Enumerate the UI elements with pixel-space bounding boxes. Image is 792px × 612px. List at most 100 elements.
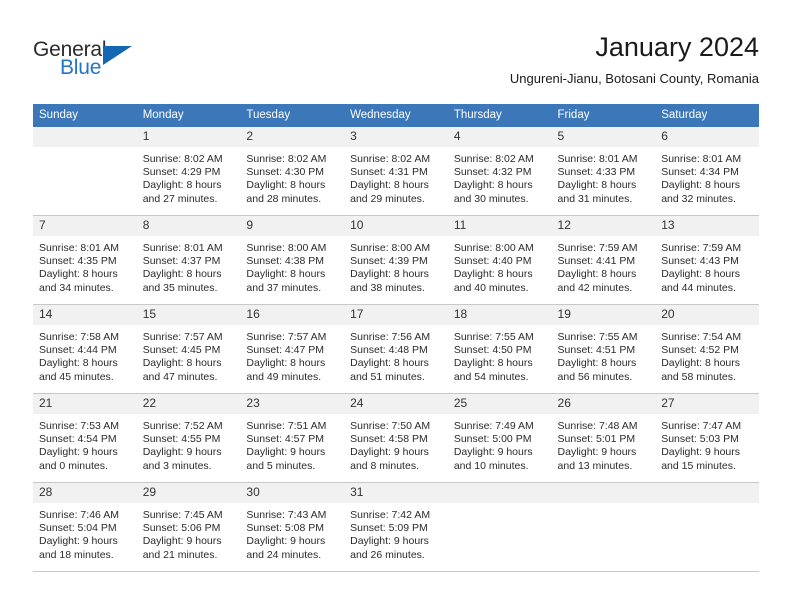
calendar-day-cell[interactable]: 9 Sunrise: 8:00 AM Sunset: 4:38 PM Daylight… [240, 215, 345, 305]
daylight-minutes-text: and 35 minutes. [142, 281, 218, 294]
daylight-text: Daylight: 9 hours [246, 535, 326, 548]
calendar-day-cell[interactable]: 23 Sunrise: 7:51 AM Sunset: 4:57 PM Dayligh… [240, 393, 345, 483]
sunrise-text: Sunrise: 8:01 AM [661, 153, 742, 165]
day-number: 24 [344, 394, 448, 414]
calendar-day-cell[interactable]: 28 Sunrise: 7:46 AM Sunset: 5:04 PM Dayligh… [33, 482, 137, 572]
day-sun-info: Sunrise: 7:49 AM Sunset: 5:00 PM Daylight:… [448, 414, 552, 473]
day-number: 21 [33, 394, 137, 414]
calendar-day-cell[interactable]: 19 Sunrise: 7:55 AM Sunset: 4:51 PM Dayligh… [551, 304, 656, 394]
daylight-minutes-text: and 38 minutes. [350, 281, 425, 294]
calendar-day-cell-empty [447, 482, 552, 572]
day-number: 10 [344, 216, 448, 236]
day-sun-info: Sunrise: 7:58 AM Sunset: 4:44 PM Daylight:… [33, 325, 137, 384]
sunset-text: Sunset: 5:03 PM [661, 433, 739, 446]
calendar-day-cell[interactable]: 3 Sunrise: 8:02 AM Sunset: 4:31 PM Daylight… [344, 127, 448, 216]
daylight-text: Daylight: 8 hours [142, 179, 222, 192]
sunrise-text: Sunrise: 7:50 AM [350, 420, 431, 432]
sunset-text: Sunset: 4:38 PM [246, 255, 325, 268]
day-sun-info: Sunrise: 8:00 AM Sunset: 4:40 PM Daylight:… [448, 236, 552, 295]
calendar-day-cell[interactable]: 27 Sunrise: 7:47 AM Sunset: 5:03 PM Dayligh… [655, 393, 759, 483]
sunrise-text: Sunrise: 7:51 AM [246, 420, 327, 432]
day-sun-info: Sunrise: 8:00 AM Sunset: 4:39 PM Daylight:… [344, 236, 448, 295]
calendar-day-cell[interactable]: 10 Sunrise: 8:00 AM Sunset: 4:39 PM Dayligh… [344, 215, 448, 305]
calendar-day-cell[interactable]: 5 Sunrise: 8:01 AM Sunset: 4:33 PM Daylight… [551, 127, 656, 216]
calendar-day-cell[interactable]: 21 Sunrise: 7:53 AM Sunset: 4:54 PM Dayligh… [33, 393, 137, 483]
sunrise-text: Sunrise: 7:42 AM [350, 509, 431, 521]
calendar-day-cell[interactable]: 30 Sunrise: 7:43 AM Sunset: 5:08 PM Dayligh… [240, 482, 345, 572]
day-number: 3 [344, 127, 448, 147]
daylight-minutes-text: and 27 minutes. [142, 192, 218, 205]
calendar-day-cell[interactable]: 7 Sunrise: 8:01 AM Sunset: 4:35 PM Daylight… [33, 215, 137, 305]
daylight-text: Daylight: 9 hours [661, 446, 741, 459]
day-sun-info [655, 503, 759, 509]
day-number [33, 127, 137, 147]
calendar-day-cell[interactable]: 2 Sunrise: 8:02 AM Sunset: 4:30 PM Daylight… [240, 127, 345, 216]
sunrise-text: Sunrise: 8:00 AM [453, 242, 534, 254]
sunrise-text: Sunrise: 7:59 AM [661, 242, 742, 254]
calendar-day-cell[interactable]: 12 Sunrise: 7:59 AM Sunset: 4:41 PM Dayligh… [551, 215, 656, 305]
calendar-day-cell[interactable]: 31 Sunrise: 7:42 AM Sunset: 5:09 PM Dayligh… [344, 482, 448, 572]
calendar-day-cell[interactable]: 24 Sunrise: 7:50 AM Sunset: 4:58 PM Dayligh… [344, 393, 448, 483]
day-sun-info: Sunrise: 7:47 AM Sunset: 5:03 PM Daylight:… [655, 414, 759, 473]
sunset-text: Sunset: 4:55 PM [142, 433, 221, 446]
sunset-text: Sunset: 4:57 PM [246, 433, 325, 446]
calendar-day-cell[interactable]: 29 Sunrise: 7:45 AM Sunset: 5:06 PM Dayligh… [136, 482, 241, 572]
daylight-minutes-text: and 3 minutes. [142, 459, 212, 472]
calendar-week-row: 1 Sunrise: 8:02 AM Sunset: 4:29 PM Daylight… [33, 127, 759, 216]
day-sun-info: Sunrise: 8:02 AM Sunset: 4:32 PM Daylight:… [448, 147, 552, 206]
sunrise-text: Sunrise: 7:43 AM [246, 509, 327, 521]
calendar-day-cell[interactable]: 1 Sunrise: 8:02 AM Sunset: 4:29 PM Daylight… [136, 127, 241, 216]
calendar-day-cell[interactable]: 25 Sunrise: 7:49 AM Sunset: 5:00 PM Dayligh… [447, 393, 552, 483]
daylight-minutes-text: and 8 minutes. [350, 459, 419, 472]
day-sun-info [33, 147, 137, 153]
calendar-day-cell[interactable]: 22 Sunrise: 7:52 AM Sunset: 4:55 PM Dayligh… [136, 393, 241, 483]
sunset-text: Sunset: 5:06 PM [142, 522, 221, 535]
calendar-day-cell[interactable]: 11 Sunrise: 8:00 AM Sunset: 4:40 PM Dayligh… [447, 215, 552, 305]
generalblue-logo[interactable]: General Blue [33, 38, 213, 84]
day-sun-info: Sunrise: 7:42 AM Sunset: 5:09 PM Daylight:… [344, 503, 448, 562]
sunrise-text: Sunrise: 7:53 AM [39, 420, 119, 432]
weekday-header-row: Sunday Monday Tuesday Wednesday Thursday… [33, 104, 759, 127]
sunset-text: Sunset: 4:44 PM [39, 344, 117, 357]
daylight-text: Daylight: 8 hours [350, 268, 429, 281]
calendar-day-cell[interactable]: 15 Sunrise: 7:57 AM Sunset: 4:45 PM Dayligh… [136, 304, 241, 394]
daylight-minutes-text: and 31 minutes. [557, 192, 633, 205]
sunrise-text: Sunrise: 7:59 AM [557, 242, 638, 254]
calendar-day-cell[interactable]: 4 Sunrise: 8:02 AM Sunset: 4:32 PM Daylight… [447, 127, 552, 216]
daylight-text: Daylight: 8 hours [350, 357, 429, 370]
weekday-header-tuesday: Tuesday [240, 104, 345, 127]
calendar-day-cell[interactable]: 20 Sunrise: 7:54 AM Sunset: 4:52 PM Dayligh… [655, 304, 759, 394]
sunset-text: Sunset: 4:47 PM [246, 344, 325, 357]
calendar-day-cell[interactable]: 16 Sunrise: 7:57 AM Sunset: 4:47 PM Dayligh… [240, 304, 345, 394]
sunrise-text: Sunrise: 8:01 AM [142, 242, 223, 254]
daylight-text: Daylight: 8 hours [246, 357, 326, 370]
sunset-text: Sunset: 4:35 PM [39, 255, 117, 268]
day-sun-info: Sunrise: 8:01 AM Sunset: 4:33 PM Daylight:… [552, 147, 656, 206]
day-sun-info: Sunrise: 7:54 AM Sunset: 4:52 PM Daylight:… [655, 325, 759, 384]
calendar-day-cell[interactable]: 8 Sunrise: 8:01 AM Sunset: 4:37 PM Daylight… [136, 215, 241, 305]
daylight-minutes-text: and 54 minutes. [453, 370, 529, 383]
daylight-minutes-text: and 18 minutes. [39, 548, 114, 561]
calendar-day-cell[interactable]: 13 Sunrise: 7:59 AM Sunset: 4:43 PM Dayligh… [655, 215, 759, 305]
daylight-text: Daylight: 8 hours [246, 179, 326, 192]
calendar-day-cell[interactable]: 26 Sunrise: 7:48 AM Sunset: 5:01 PM Dayligh… [551, 393, 656, 483]
daylight-text: Daylight: 8 hours [350, 179, 429, 192]
calendar-day-cell[interactable]: 14 Sunrise: 7:58 AM Sunset: 4:44 PM Dayligh… [33, 304, 137, 394]
weekday-header-friday: Friday [551, 104, 656, 127]
day-sun-info: Sunrise: 8:02 AM Sunset: 4:29 PM Daylight:… [137, 147, 241, 206]
calendar-day-cell[interactable]: 6 Sunrise: 8:01 AM Sunset: 4:34 PM Daylight… [655, 127, 759, 216]
sunset-text: Sunset: 4:41 PM [557, 255, 636, 268]
day-number: 7 [33, 216, 137, 236]
weekday-header-monday: Monday [136, 104, 241, 127]
calendar-day-cell[interactable]: 17 Sunrise: 7:56 AM Sunset: 4:48 PM Dayligh… [344, 304, 448, 394]
daylight-minutes-text: and 45 minutes. [39, 370, 114, 383]
daylight-minutes-text: and 28 minutes. [246, 192, 322, 205]
daylight-minutes-text: and 49 minutes. [246, 370, 322, 383]
sunset-text: Sunset: 5:09 PM [350, 522, 428, 535]
day-number: 25 [447, 394, 552, 414]
sunrise-text: Sunrise: 7:47 AM [661, 420, 742, 432]
day-number: 9 [240, 216, 345, 236]
calendar-day-cell[interactable]: 18 Sunrise: 7:55 AM Sunset: 4:50 PM Dayligh… [447, 304, 552, 394]
sunset-text: Sunset: 4:43 PM [661, 255, 739, 268]
day-number: 8 [136, 216, 241, 236]
